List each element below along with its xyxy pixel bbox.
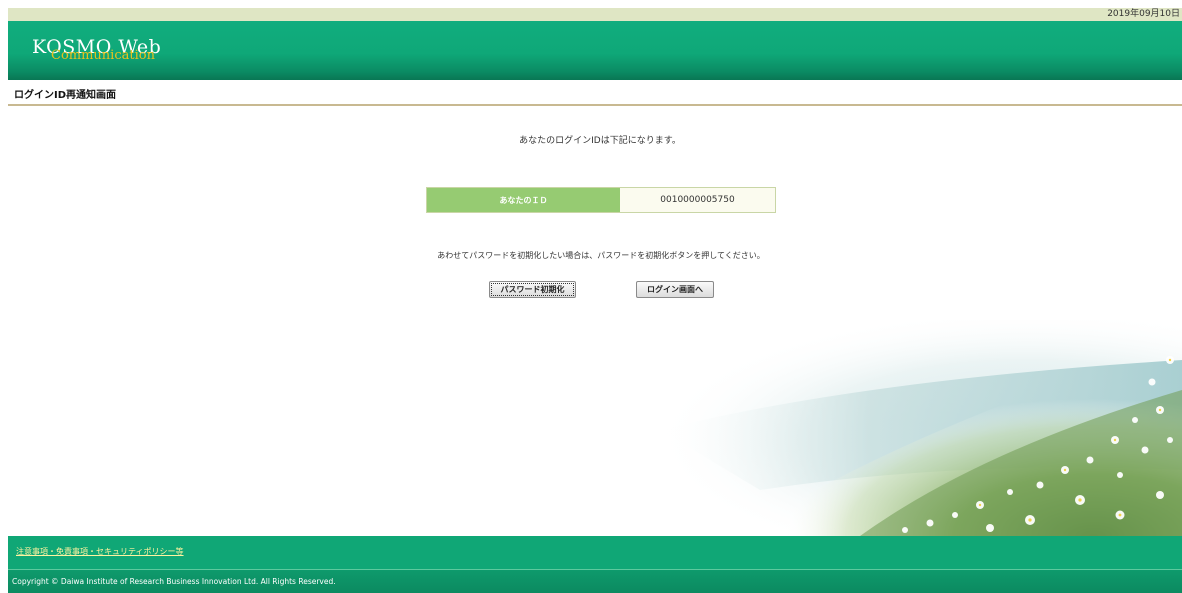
- back-to-login-button[interactable]: ログイン画面へ: [636, 281, 714, 298]
- top-date-bar: 2019年09月10日: [8, 8, 1182, 21]
- footer-copyright-bar: Copyright © Daiwa Institute of Research …: [8, 570, 1182, 593]
- password-reset-button[interactable]: パスワード初期化: [489, 281, 576, 298]
- login-id-label: あなたのＩＤ: [427, 188, 620, 212]
- logo-subtitle: Communication: [51, 48, 155, 63]
- flower-field-illustration: [560, 320, 1182, 536]
- current-date: 2019年09月10日: [1107, 9, 1180, 19]
- intro-message: あなたのログインIDは下記になります。: [519, 136, 681, 146]
- footer-links-bar: 注意事項・免責事項・セキュリティポリシー等: [8, 536, 1182, 569]
- reset-password-note: あわせてパスワードを初期化したい場合は、パスワードを初期化ボタンを押してください…: [437, 251, 765, 260]
- terms-policy-link[interactable]: 注意事項・免責事項・セキュリティポリシー等: [16, 546, 184, 557]
- copyright-text: Copyright © Daiwa Institute of Research …: [12, 577, 336, 586]
- page-title: ログインID再通知画面: [14, 90, 117, 101]
- header-banner: KOSMO Web Communication: [8, 21, 1182, 80]
- login-id-table: あなたのＩＤ 0010000005750: [426, 187, 776, 213]
- background-flower-field-image: [560, 320, 1182, 536]
- page-title-bar: ログインID再通知画面: [8, 88, 1182, 106]
- login-id-value: 0010000005750: [620, 188, 775, 212]
